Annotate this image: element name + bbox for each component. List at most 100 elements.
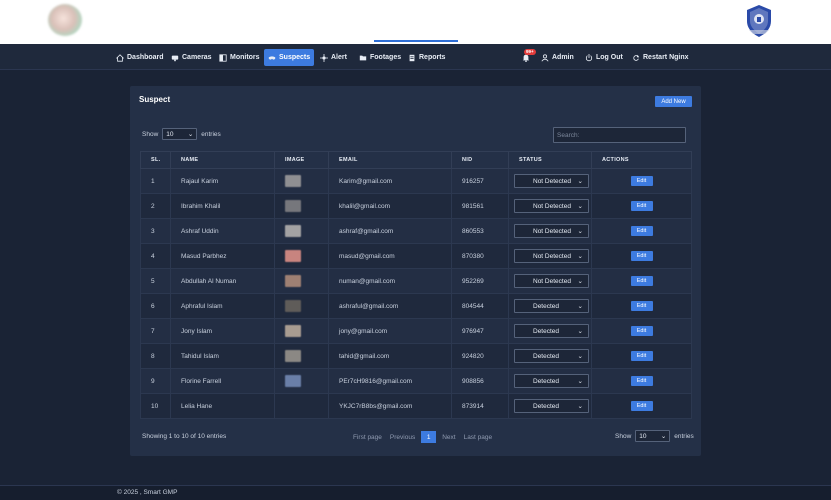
- previous-button[interactable]: Previous: [388, 434, 417, 441]
- cell-actions: Edit: [591, 193, 692, 219]
- status-select[interactable]: Detected ⌄: [514, 374, 589, 388]
- mask-icon: [268, 55, 276, 60]
- add-new-button[interactable]: Add New: [655, 96, 692, 107]
- cell-status: Detected ⌄: [508, 318, 592, 344]
- cell-email: Karim@gmail.com: [328, 168, 452, 194]
- edit-button[interactable]: Edit: [630, 326, 653, 336]
- cell-image: [274, 218, 329, 244]
- nav-cameras-label: Cameras: [182, 54, 212, 61]
- first-page-button[interactable]: First page: [351, 434, 384, 441]
- nav-reports[interactable]: Reports: [404, 49, 449, 66]
- edit-button[interactable]: Edit: [630, 351, 653, 361]
- status-select[interactable]: Not Detected ⌄: [514, 199, 589, 213]
- top-header: [0, 0, 831, 44]
- cell-name: Ashraf Uddin: [170, 218, 275, 244]
- col-nid[interactable]: NID: [451, 151, 509, 169]
- cell-sl: 7: [140, 318, 171, 344]
- edit-button[interactable]: Edit: [630, 251, 653, 261]
- entries-length-control: Show 10 ⌄ entries: [142, 128, 221, 140]
- cell-status: Not Detected ⌄: [508, 218, 592, 244]
- last-page-button[interactable]: Last page: [462, 434, 495, 441]
- entries-value-bottom: 10: [639, 432, 647, 440]
- cell-sl: 2: [140, 193, 171, 219]
- edit-button[interactable]: Edit: [630, 176, 653, 186]
- entries-select[interactable]: 10 ⌄: [162, 128, 198, 140]
- table-row: 7 Jony Islam jony@gmail.com 976947 Detected ⌄…: [140, 318, 692, 344]
- alert-icon: [320, 53, 328, 62]
- suspect-thumbnail: [285, 225, 301, 237]
- page-1-button[interactable]: 1: [421, 431, 437, 443]
- edit-button[interactable]: Edit: [630, 201, 653, 211]
- suspect-thumbnail: [285, 250, 301, 262]
- cell-email: jony@gmail.com: [328, 318, 452, 344]
- edit-button[interactable]: Edit: [630, 226, 653, 236]
- edit-button[interactable]: Edit: [630, 301, 653, 311]
- table-row: 2 Ibrahim Khalil khalil@gmail.com 981561 Not…: [140, 193, 692, 219]
- chevron-down-icon: ⌄: [577, 353, 583, 360]
- status-select[interactable]: Detected ⌄: [514, 299, 589, 313]
- col-status[interactable]: STATUS: [508, 151, 592, 169]
- entries-select-bottom[interactable]: 10 ⌄: [635, 430, 671, 442]
- cell-email: khalil@gmail.com: [328, 193, 452, 219]
- table-row: 3 Ashraf Uddin ashraf@gmail.com 860553 Not D…: [140, 218, 692, 244]
- logout-button[interactable]: Log Out: [581, 49, 627, 66]
- cell-name: Ibrahim Khalil: [170, 193, 275, 219]
- nav-dashboard[interactable]: Dashboard: [112, 49, 168, 66]
- chevron-down-icon: ⌄: [577, 253, 583, 260]
- col-sl[interactable]: SL.: [140, 151, 171, 169]
- nav-footages[interactable]: Footages: [355, 49, 405, 66]
- cell-status: Not Detected ⌄: [508, 243, 592, 269]
- nav-suspects[interactable]: Suspects: [264, 49, 315, 66]
- table-header-row: SL. NAME IMAGE EMAIL NID STATUS ACTIONS: [140, 151, 692, 169]
- edit-button[interactable]: Edit: [630, 401, 653, 411]
- notification-button[interactable]: 99+: [518, 49, 536, 66]
- nav-suspects-label: Suspects: [279, 54, 311, 61]
- cell-sl: 6: [140, 293, 171, 319]
- cell-email: numan@gmail.com: [328, 268, 452, 294]
- chevron-down-icon: ⌄: [577, 303, 583, 310]
- admin-menu[interactable]: Admin: [537, 49, 578, 66]
- cell-sl: 8: [140, 343, 171, 369]
- status-select[interactable]: Detected ⌄: [514, 399, 589, 413]
- suspect-thumbnail: [285, 325, 301, 337]
- status-select[interactable]: Not Detected ⌄: [514, 249, 589, 263]
- col-actions[interactable]: ACTIONS: [591, 151, 692, 169]
- cell-name: Florine Farrell: [170, 368, 275, 394]
- edit-button[interactable]: Edit: [630, 376, 653, 386]
- status-value: Not Detected: [533, 252, 571, 260]
- cell-email: YKJC7rB8bs@gmail.com: [328, 393, 452, 419]
- entries-label: entries: [201, 130, 221, 138]
- pagination-info: Showing 1 to 10 of 10 entries: [142, 433, 227, 440]
- status-select[interactable]: Detected ⌄: [514, 349, 589, 363]
- cell-name: Lelia Hane: [170, 393, 275, 419]
- status-value: Detected: [533, 402, 560, 410]
- status-select[interactable]: Detected ⌄: [514, 324, 589, 338]
- restart-nginx-button[interactable]: Restart Nginx: [628, 49, 693, 66]
- next-button[interactable]: Next: [440, 434, 457, 441]
- nav-monitors-label: Monitors: [230, 54, 260, 61]
- chevron-down-icon: ⌄: [187, 131, 194, 138]
- refresh-icon: [633, 54, 640, 61]
- search-input[interactable]: Search:: [553, 127, 686, 143]
- col-email[interactable]: EMAIL: [328, 151, 452, 169]
- cell-nid: 873914: [451, 393, 509, 419]
- status-select[interactable]: Not Detected ⌄: [514, 224, 589, 238]
- edit-button[interactable]: Edit: [630, 276, 653, 286]
- col-image[interactable]: IMAGE: [274, 151, 329, 169]
- nav-monitors[interactable]: Monitors: [215, 49, 264, 66]
- chevron-down-icon: ⌄: [577, 228, 583, 235]
- col-name[interactable]: NAME: [170, 151, 275, 169]
- nav-cameras[interactable]: Cameras: [167, 49, 216, 66]
- nav-alert[interactable]: Alert: [316, 49, 351, 66]
- status-select[interactable]: Not Detected ⌄: [514, 174, 589, 188]
- cell-nid: 976947: [451, 318, 509, 344]
- cell-sl: 10: [140, 393, 171, 419]
- cell-status: Not Detected ⌄: [508, 193, 592, 219]
- table-row: 1 Rajaul Karim Karim@gmail.com 916257 Not De…: [140, 168, 692, 194]
- restart-label: Restart Nginx: [643, 54, 689, 61]
- status-select[interactable]: Not Detected ⌄: [514, 274, 589, 288]
- chevron-down-icon: ⌄: [577, 328, 583, 335]
- nav-dashboard-label: Dashboard: [127, 54, 164, 61]
- cell-name: Abdullah Al Numan: [170, 268, 275, 294]
- cell-nid: 804544: [451, 293, 509, 319]
